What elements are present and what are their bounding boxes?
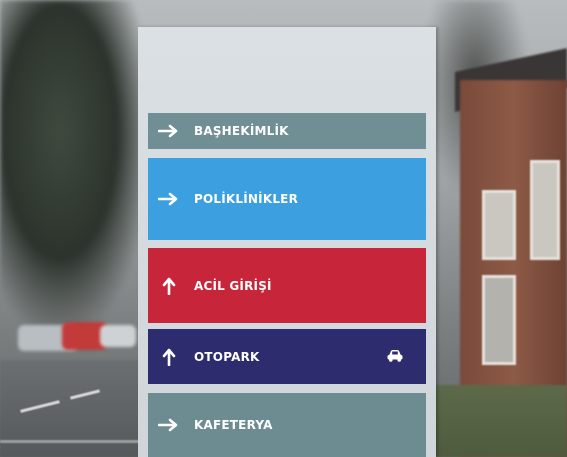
car-icon <box>386 348 404 365</box>
panel-label: KAFETERYA <box>194 418 273 432</box>
panel-label: BAŞHEKİMLİK <box>194 124 289 138</box>
panel-label: OTOPARK <box>194 349 260 364</box>
building-window <box>530 160 560 260</box>
sign-panel-bashekimlik: BAŞHEKİMLİK <box>148 113 426 149</box>
background-trees <box>0 0 150 330</box>
building-window <box>482 190 516 260</box>
arrow-right-icon <box>156 124 182 138</box>
panel-label: ACİL GİRİŞİ <box>194 278 272 293</box>
arrow-right-icon <box>156 192 182 206</box>
photo-scene: BAŞHEKİMLİK POLİKLİNİKLER ACİL GİRİŞİ OT… <box>0 0 567 457</box>
sign-panel-kafeterya: KAFETERYA <box>148 393 426 457</box>
hospital-direction-sign: BAŞHEKİMLİK POLİKLİNİKLER ACİL GİRİŞİ OT… <box>138 27 436 457</box>
arrow-right-icon <box>156 418 182 432</box>
parked-car <box>100 325 136 347</box>
arrow-up-icon <box>156 277 182 295</box>
grass <box>430 385 567 457</box>
building-window <box>482 275 516 365</box>
sign-panel-otopark: OTOPARK <box>148 329 426 384</box>
arrow-up-icon <box>156 348 182 366</box>
sign-panel-poliklinikler: POLİKLİNİKLER <box>148 158 426 240</box>
sign-panel-acil-girisi: ACİL GİRİŞİ <box>148 248 426 323</box>
panel-label: POLİKLİNİKLER <box>194 192 299 206</box>
curb <box>0 440 140 443</box>
